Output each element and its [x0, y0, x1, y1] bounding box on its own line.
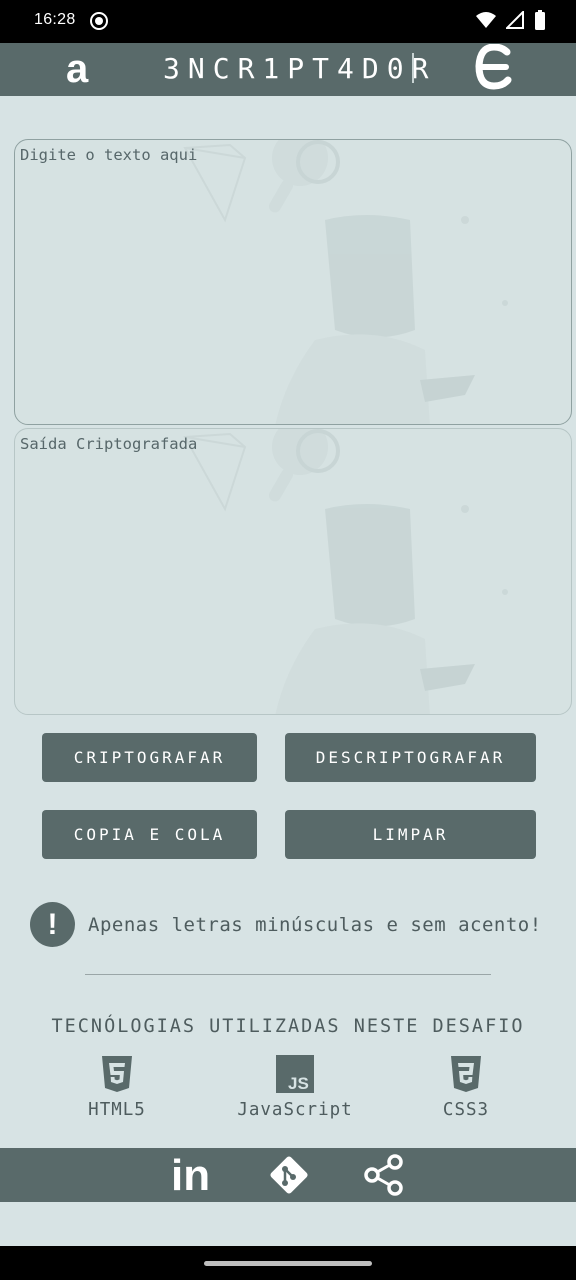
app-title: 3NCR1PT4D0R: [163, 52, 437, 85]
css3-icon: [451, 1056, 481, 1092]
tech-label: CSS3: [442, 1100, 490, 1120]
git-icon[interactable]: [266, 1152, 312, 1198]
detective-illustration: [183, 429, 508, 714]
battery-icon: [535, 10, 545, 30]
alura-logo: a: [66, 47, 89, 91]
decrypt-button[interactable]: DESCRIPTOGRAFAR: [285, 733, 536, 782]
system-nav-bar: [0, 1246, 576, 1280]
input-textarea[interactable]: Digite o texto aqui: [14, 139, 572, 425]
footer-bar: in: [0, 1148, 576, 1202]
input-placeholder: Digite o texto aqui: [20, 146, 198, 164]
epsilon-logo-icon: [475, 44, 512, 90]
javascript-icon: JS: [276, 1055, 314, 1093]
warning-message: ! Apenas letras minúsculas e sem acento!: [30, 902, 542, 947]
status-time: 16:28: [34, 11, 76, 28]
share-icon[interactable]: [362, 1152, 408, 1198]
status-bar: 16:28: [0, 0, 576, 43]
html5-icon: [102, 1056, 132, 1092]
linkedin-icon[interactable]: in: [170, 1152, 216, 1198]
warning-text: Apenas letras minúsculas e sem acento!: [88, 913, 542, 936]
app-header: a 3NCR1PT4D0R: [0, 43, 576, 96]
clear-button[interactable]: LIMPAR: [285, 810, 536, 859]
tech-item-css3: CSS3: [441, 1055, 491, 1120]
output-placeholder: Saída Criptografada: [20, 435, 198, 453]
svg-text:in: in: [171, 1152, 210, 1198]
svg-text:JS: JS: [288, 1074, 309, 1093]
exclamation-icon: !: [30, 902, 75, 947]
record-icon: [90, 12, 108, 30]
technologies-title: TECNÓLOGIAS UTILIZADAS NESTE DESAFIO: [51, 1016, 525, 1037]
tech-item-javascript: JS JavaScript: [235, 1055, 355, 1120]
copy-paste-button[interactable]: COPIA E COLA: [42, 810, 257, 859]
tech-label: HTML5: [88, 1100, 146, 1120]
encrypt-button[interactable]: CRIPTOGRAFAR: [42, 733, 257, 782]
tech-item-html5: HTML5: [86, 1055, 148, 1120]
wifi-icon: [476, 12, 496, 28]
tech-label: JavaScript: [237, 1100, 353, 1120]
divider: [85, 974, 491, 975]
signal-icon: [506, 11, 524, 29]
output-textarea[interactable]: Saída Criptografada: [14, 428, 572, 715]
home-gesture-handle[interactable]: [204, 1261, 372, 1266]
detective-illustration: [183, 140, 508, 424]
title-cursor: [412, 53, 414, 83]
